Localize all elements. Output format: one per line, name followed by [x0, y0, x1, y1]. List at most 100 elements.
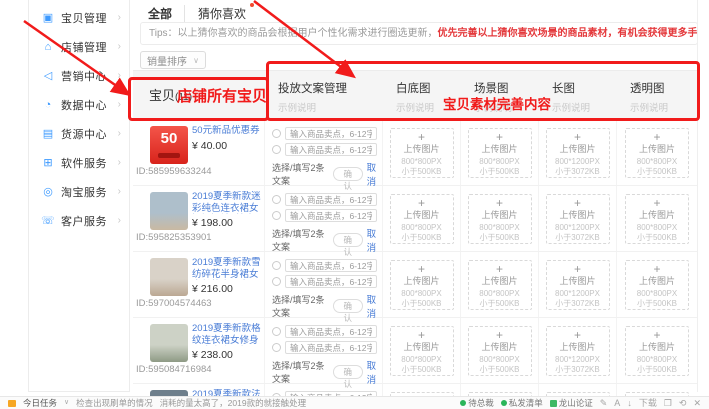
selling-point-input-1[interactable] [285, 259, 377, 272]
upload-long-box[interactable]: + 上传图片 800*1200PX 小于3072KB [546, 194, 610, 244]
upload-white-bg-box[interactable]: + 上传图片 800*800PX 小于500KB [390, 326, 454, 376]
selling-point-checkbox[interactable] [272, 145, 281, 154]
task-message-1: 检查出现刷单的情况 [76, 397, 153, 409]
cancel-button[interactable]: 取消 [367, 226, 382, 254]
example-note[interactable]: 示例说明 [630, 100, 697, 114]
megaphone-icon: ◁ [41, 69, 55, 82]
upload-label: 上传图片 [547, 210, 609, 220]
selling-point-checkbox[interactable] [272, 327, 281, 336]
selling-point-input-1[interactable] [285, 193, 377, 206]
task-message-2: 消耗的量太高了，2019款的就接触处理 [160, 397, 306, 409]
product-image[interactable]: 50 [150, 126, 188, 164]
cancel-button[interactable]: 取消 [367, 160, 382, 188]
taobao-icon: ◎ [41, 185, 55, 198]
upload-white-bg-box[interactable]: + 上传图片 800*800PX 小于500KB [390, 128, 454, 178]
upload-limit-hint: 小于3072KB [547, 233, 609, 243]
product-name-link[interactable]: 50元新品优惠券 [192, 125, 264, 137]
selling-point-checkbox[interactable] [272, 195, 281, 204]
upload-scene-box[interactable]: + 上传图片 800*800PX 小于500KB [468, 260, 532, 310]
sidebar-item[interactable]: ▣ 宝贝管理 › [29, 3, 129, 32]
upload-long-box[interactable]: + 上传图片 800*1200PX 小于3072KB [546, 260, 610, 310]
column-header-white-bg: 白底图 示例说明 [383, 71, 461, 120]
sidebar-item[interactable]: ⌂ 店铺管理 › [29, 32, 129, 61]
plus-icon: + [626, 197, 688, 210]
text-tool-icon[interactable]: A [614, 397, 620, 409]
selling-point-input-2[interactable] [285, 209, 377, 222]
task-label[interactable]: 今日任务 [23, 397, 57, 409]
product-image[interactable] [150, 324, 188, 362]
selling-point-checkbox[interactable] [272, 261, 281, 270]
product-name-link[interactable]: 2019夏季新款迷彩纯色连衣裙女短裙短袖T恤中长款 [192, 191, 264, 214]
upload-size-hint: 800*800PX [391, 355, 453, 365]
window-icon[interactable]: ❐ [664, 397, 672, 409]
plus-icon: + [391, 197, 453, 210]
selling-point-input-1[interactable] [285, 325, 377, 338]
upload-white-bg-box[interactable]: + 上传图片 800*800PX 小于500KB [390, 260, 454, 310]
product-id: ID:585959633244 [136, 166, 212, 177]
upload-white-bg-box[interactable]: + 上传图片 800*800PX 小于500KB [390, 194, 454, 244]
selling-point-checkbox[interactable] [272, 129, 281, 138]
product-image[interactable] [150, 258, 188, 296]
example-note[interactable]: 示例说明 [278, 100, 383, 114]
product-image[interactable] [150, 192, 188, 230]
sort-dropdown[interactable]: 销量排序 ∨ [140, 51, 206, 69]
upload-long-box[interactable]: + 上传图片 800*1200PX 小于3072KB [546, 326, 610, 376]
download-label[interactable]: 下载 [639, 397, 657, 409]
sidebar-item[interactable]: ☏ 客户服务 › [29, 206, 129, 235]
selling-point-input-2[interactable] [285, 143, 377, 156]
status-tag-3[interactable]: 龙山论证 [550, 397, 593, 409]
cancel-button[interactable]: 取消 [367, 292, 382, 320]
selling-point-input-2[interactable] [285, 341, 377, 354]
selling-point-checkbox[interactable] [272, 211, 281, 220]
upload-transparent-box[interactable]: + 上传图片 800*800PX 小于500KB [625, 326, 689, 376]
upload-label: 上传图片 [391, 342, 453, 352]
upload-long-box[interactable]: + 上传图片 800*1200PX 小于3072KB [546, 128, 610, 178]
confirm-button[interactable]: 确认 [333, 233, 363, 247]
download-icon[interactable]: ↓ [627, 397, 632, 409]
chevron-right-icon: › [118, 186, 121, 197]
sidebar-item[interactable]: ▤ 货源中心 › [29, 119, 129, 148]
sidebar-item-label: 货源中心 [61, 126, 118, 142]
tab-guess-you-like[interactable]: 猜你喜欢 [184, 5, 258, 22]
tab-all[interactable]: 全部 [148, 5, 184, 22]
column-header-scene: 场景图 示例说明 [461, 71, 539, 120]
example-note[interactable]: 示例说明 [552, 100, 617, 114]
upload-transparent-box[interactable]: + 上传图片 800*800PX 小于500KB [625, 194, 689, 244]
confirm-button[interactable]: 确认 [333, 299, 363, 313]
product-name-link[interactable]: 2019夏季新款格纹连衣裙女修身显瘦小众网红 [192, 323, 264, 346]
plus-icon: + [391, 263, 453, 276]
example-note[interactable]: 示例说明 [396, 100, 461, 114]
upload-scene-box[interactable]: + 上传图片 800*800PX 小于500KB [468, 194, 532, 244]
green-dot-icon [501, 400, 507, 406]
selling-point-checkbox[interactable] [272, 343, 281, 352]
upload-scene-box[interactable]: + 上传图片 800*800PX 小于500KB [468, 128, 532, 178]
confirm-button[interactable]: 确认 [333, 365, 363, 379]
sidebar-item[interactable]: ◔ 数据中心 › [29, 90, 129, 119]
selling-point-checkbox[interactable] [272, 277, 281, 286]
chevron-down-icon: ∨ [193, 56, 199, 65]
confirm-button[interactable]: 确认 [333, 167, 363, 181]
product-name-link[interactable]: 2019夏季新款雪纺碎花半身裙女中长款高腰白 [192, 257, 264, 280]
data-icon: ◔ [41, 99, 55, 111]
pen-icon[interactable]: ✎ [600, 397, 608, 409]
table-body: 50 50元新品优惠券 ¥ 40.00 ID:585959633244 选择/填… [133, 120, 697, 409]
upload-scene-box[interactable]: + 上传图片 800*800PX 小于500KB [468, 326, 532, 376]
selling-point-input-1[interactable] [285, 127, 377, 140]
table-header: 宝贝(11) 投放文案管理 示例说明 白底图 示例说明 场景图 示例说明 长图 … [133, 70, 697, 120]
sidebar-item[interactable]: ⊞ 软件服务 › [29, 148, 129, 177]
chevron-down-icon[interactable]: ∨ [64, 397, 69, 409]
sidebar-item[interactable]: ◎ 淘宝服务 › [29, 177, 129, 206]
example-note[interactable]: 示例说明 [474, 100, 539, 114]
sidebar-item[interactable]: ◁ 营销中心 › [29, 61, 129, 90]
close-icon[interactable]: ✕ [693, 397, 701, 409]
cancel-button[interactable]: 取消 [367, 358, 382, 386]
selling-point-input-2[interactable] [285, 275, 377, 288]
upload-transparent-box[interactable]: + 上传图片 800*800PX 小于500KB [625, 128, 689, 178]
status-tag-2[interactable]: 私发清单 [501, 397, 543, 409]
plus-icon: + [547, 131, 609, 144]
plus-icon: + [391, 329, 453, 342]
undo-icon[interactable]: ⟲ [679, 397, 687, 409]
upload-size-hint: 800*800PX [469, 355, 531, 365]
status-tag-1[interactable]: 待总裁 [460, 397, 494, 409]
upload-transparent-box[interactable]: + 上传图片 800*800PX 小于500KB [625, 260, 689, 310]
